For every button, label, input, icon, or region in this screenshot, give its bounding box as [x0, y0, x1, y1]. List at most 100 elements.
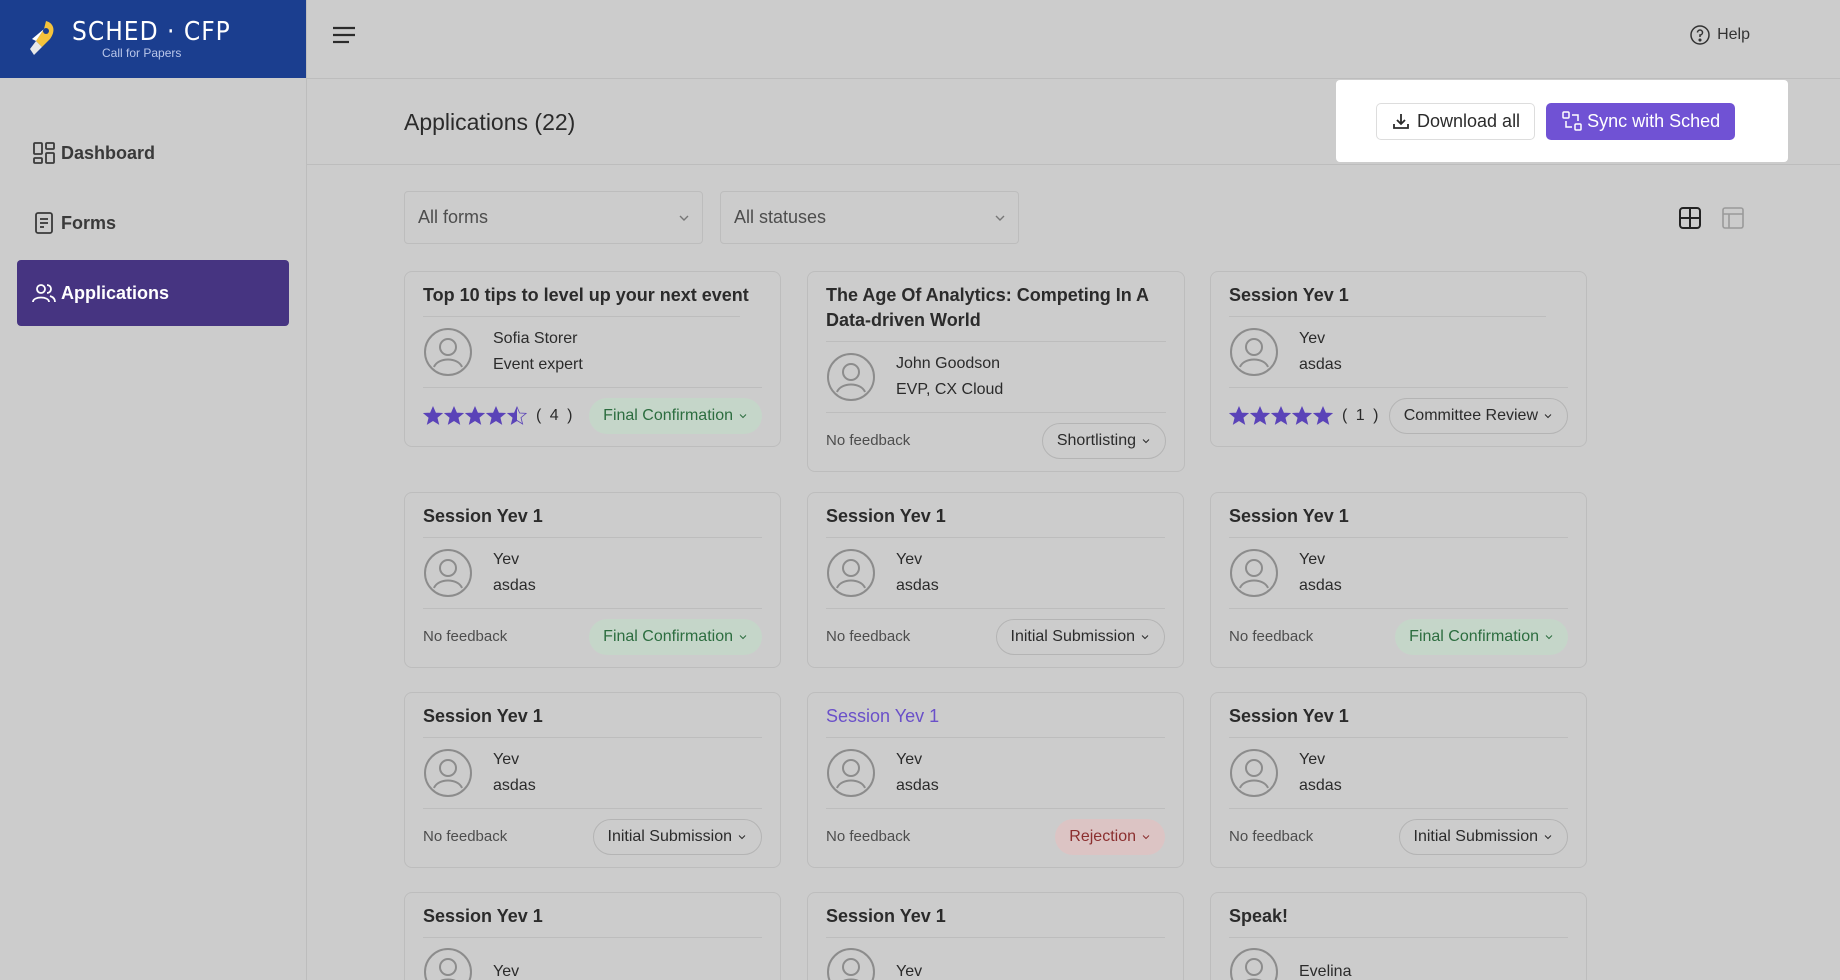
application-card[interactable]: Session Yev 1 Yev	[404, 892, 781, 980]
sync-icon	[1562, 111, 1582, 131]
chevron-down-icon	[739, 413, 747, 418]
card-footer: No feedback Initial Submission	[808, 609, 1183, 667]
sidebar: SCHED · CFP Call for Papers Dashboard Fo…	[0, 0, 307, 980]
speaker-info: Yev asdas	[808, 738, 1183, 808]
application-card[interactable]: Session Yev 1 Yev asdas No feedback Initial …	[807, 492, 1184, 668]
card-title[interactable]: Top 10 tips to level up your next event	[405, 272, 780, 308]
application-card[interactable]: Session Yev 1 Yev	[807, 892, 1184, 980]
card-title[interactable]: Speak!	[1211, 893, 1586, 929]
speaker-info: Yev asdas	[405, 738, 780, 808]
card-title[interactable]: Session Yev 1	[405, 493, 780, 529]
speaker-lines: Yev	[493, 959, 519, 980]
brand-logo[interactable]: SCHED · CFP Call for Papers	[0, 0, 306, 78]
rating-count: ( 1 )	[1342, 406, 1381, 424]
rocket-logo-icon	[30, 21, 54, 55]
application-card[interactable]: Session Yev 1 Yev asdas No feedback Initial …	[1210, 692, 1587, 868]
chevron-down-icon	[739, 634, 747, 639]
card-title[interactable]: Session Yev 1	[1211, 272, 1586, 308]
application-card[interactable]: Session Yev 1 Yev asdas No feedback Final Co…	[1210, 492, 1587, 668]
status-filter-select[interactable]: All statuses	[720, 191, 1019, 244]
speaker-info: Yev	[808, 938, 1183, 980]
card-title[interactable]: Session Yev 1	[808, 693, 1183, 729]
header-actions: Download all Sync with Sched	[1336, 80, 1788, 162]
sidebar-nav: Dashboard Forms Applications	[0, 120, 306, 326]
status-dropdown[interactable]: Final Confirmation	[589, 397, 762, 434]
star-icon	[465, 405, 485, 425]
grid-view-icon[interactable]	[1677, 206, 1703, 230]
status-dropdown[interactable]: Shortlisting	[1041, 422, 1166, 459]
speaker-name: John Goodson	[896, 355, 1001, 372]
speaker-name: Sofia Storer	[493, 330, 578, 347]
speaker-lines: Yev asdas	[1299, 326, 1342, 378]
help-link[interactable]: Help	[1689, 24, 1750, 46]
sidebar-item-dashboard[interactable]: Dashboard	[17, 120, 289, 186]
chevron-down-icon	[1544, 413, 1552, 418]
application-card[interactable]: Session Yev 1 Yev asdas ( 1 ) Committee Revi…	[1210, 271, 1587, 447]
top-bar: Help	[307, 0, 1840, 79]
form-filter-select[interactable]: All forms	[404, 191, 703, 244]
card-title[interactable]: Session Yev 1	[1211, 693, 1586, 729]
speaker-lines: Yev asdas	[493, 747, 536, 799]
status-dropdown[interactable]: Committee Review	[1388, 397, 1568, 434]
speaker-name: Yev	[896, 751, 923, 768]
status-dropdown[interactable]: Initial Submission	[592, 818, 762, 855]
speaker-name: Yev	[1299, 751, 1326, 768]
sidebar-item-applications[interactable]: Applications	[17, 260, 289, 326]
card-title[interactable]: Session Yev 1	[808, 893, 1183, 929]
page-title: Applications (22)	[404, 109, 576, 135]
speaker-role: asdas	[896, 777, 939, 794]
sync-with-sched-button[interactable]: Sync with Sched	[1546, 102, 1736, 140]
sync-with-sched-label: Sync with Sched	[1587, 110, 1721, 131]
speaker-role: EVP, CX Cloud	[896, 381, 1004, 398]
feedback-text: No feedback	[826, 432, 911, 449]
forms-icon	[35, 212, 53, 234]
status-dropdown[interactable]: Final Confirmation	[589, 618, 762, 655]
download-all-label: Download all	[1417, 110, 1521, 131]
table-view-icon[interactable]	[1720, 206, 1746, 230]
status-dropdown[interactable]: Initial Submission	[995, 618, 1165, 655]
status-dropdown[interactable]: Final Confirmation	[1395, 618, 1568, 655]
chevron-down-icon	[1544, 834, 1552, 839]
avatar-icon	[827, 353, 875, 401]
speaker-lines: Yev asdas	[896, 547, 939, 599]
status-label: Initial Submission	[1010, 627, 1136, 645]
feedback-text: No feedback	[1229, 628, 1314, 645]
hamburger-menu-icon[interactable]	[331, 24, 357, 46]
feedback-text: No feedback	[826, 628, 911, 645]
application-card[interactable]: Session Yev 1 Yev asdas No feedback Initial …	[404, 692, 781, 868]
status-label: Shortlisting	[1056, 431, 1136, 449]
application-card[interactable]: Session Yev 1 Yev asdas No feedback Final Co…	[404, 492, 781, 668]
speaker-role: asdas	[1299, 777, 1342, 794]
sidebar-item-forms[interactable]: Forms	[17, 190, 289, 256]
card-footer: No feedback Shortlisting	[808, 413, 1184, 471]
speaker-name: Yev	[1299, 330, 1326, 347]
rating-count: ( 4 )	[536, 406, 575, 424]
card-title[interactable]: Session Yev 1	[405, 693, 780, 729]
avatar-icon	[827, 749, 875, 797]
speaker-name: Yev	[493, 963, 520, 980]
status-dropdown[interactable]: Initial Submission	[1398, 818, 1568, 855]
status-dropdown[interactable]: Rejection	[1055, 818, 1165, 855]
star-icon	[444, 405, 464, 425]
card-title[interactable]: Session Yev 1	[405, 893, 780, 929]
help-icon	[1690, 25, 1710, 45]
card-footer: No feedback Initial Submission	[1211, 809, 1586, 867]
feedback-text: No feedback	[826, 828, 911, 845]
speaker-name: Yev	[896, 963, 923, 980]
application-card[interactable]: Speak! Evelina	[1210, 892, 1587, 980]
application-card[interactable]: Session Yev 1 Yev asdas No feedback Rejectio…	[807, 692, 1184, 868]
star-rating: ( 4 )	[423, 405, 575, 426]
status-filter-value: All statuses	[734, 207, 827, 227]
download-all-button[interactable]: Download all	[1376, 102, 1536, 140]
speaker-info: Yev asdas	[1211, 738, 1586, 808]
card-title[interactable]: Session Yev 1	[1211, 493, 1586, 529]
dashboard-icon	[33, 142, 55, 164]
card-title[interactable]: Session Yev 1	[808, 493, 1183, 529]
status-label: Final Confirmation	[1409, 627, 1539, 645]
application-card[interactable]: The Age Of Analytics: Competing In A Dat…	[807, 271, 1185, 472]
application-card[interactable]: Top 10 tips to level up your next event S…	[404, 271, 781, 447]
star-icon	[507, 405, 527, 425]
speaker-name: Yev	[896, 551, 923, 568]
status-label: Final Confirmation	[603, 406, 733, 424]
card-title[interactable]: The Age Of Analytics: Competing In A Dat…	[808, 272, 1184, 333]
